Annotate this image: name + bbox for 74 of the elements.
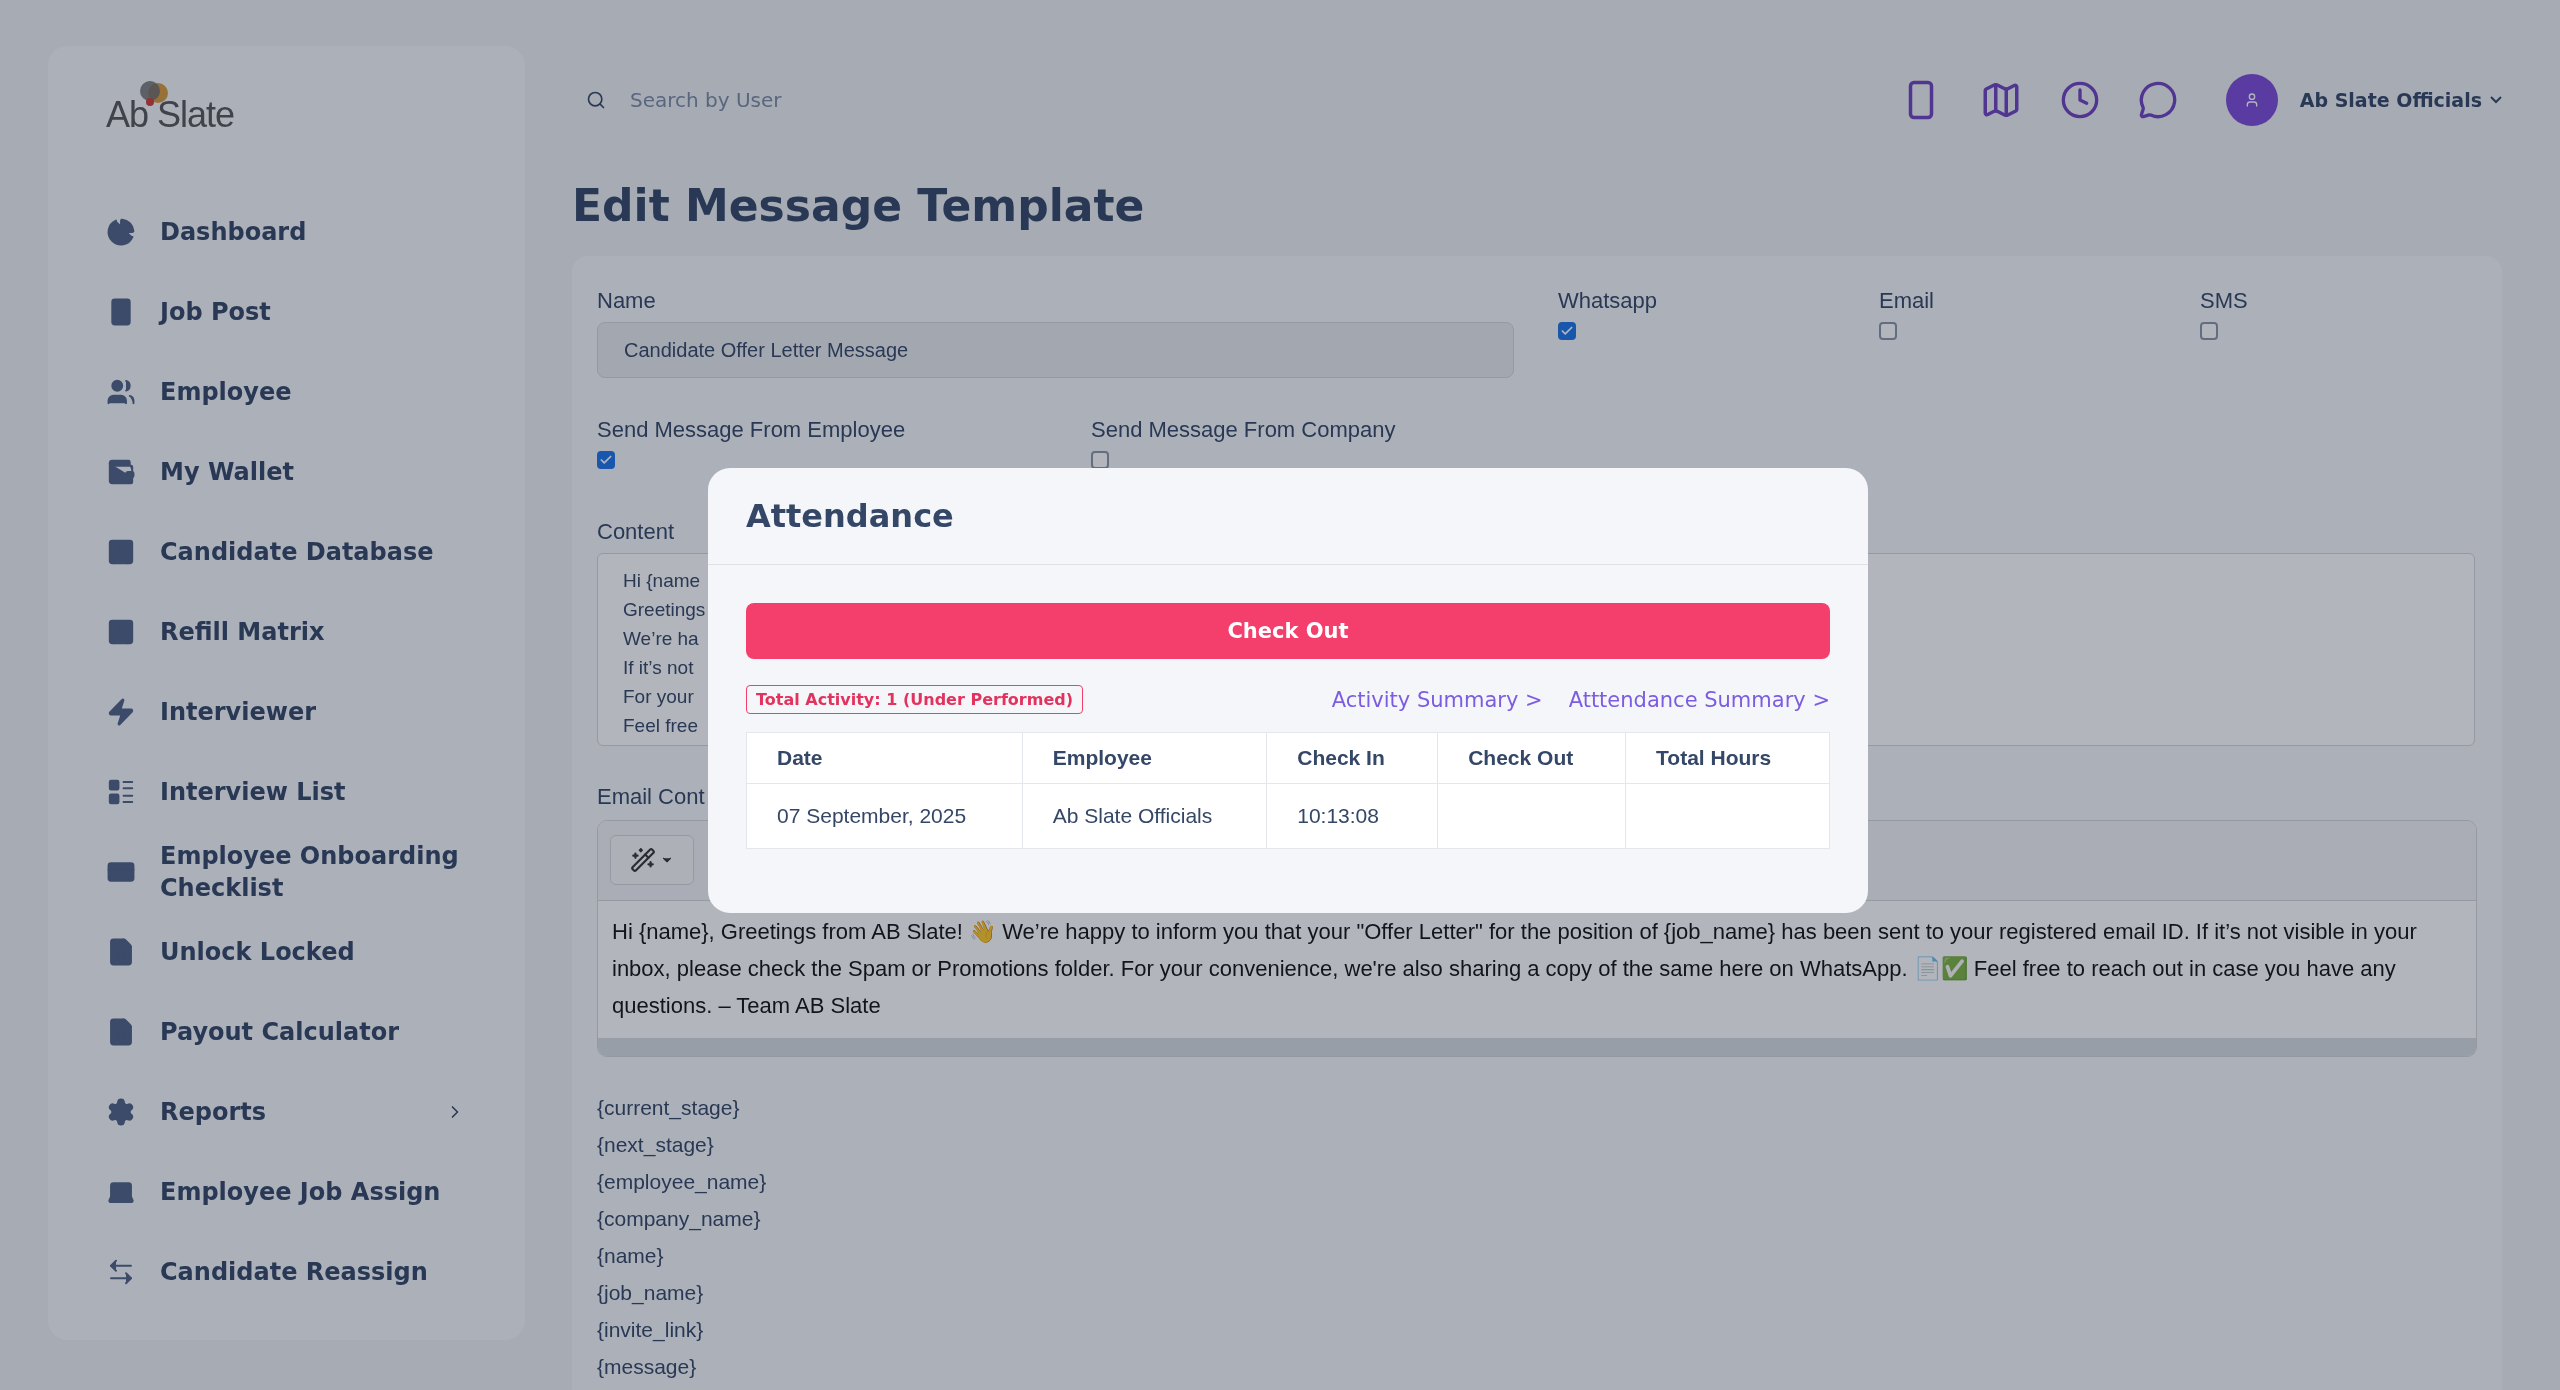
column-header: Date: [746, 732, 1023, 784]
chevron-down-icon: [2490, 96, 2502, 104]
template-variable: {message}: [597, 1354, 697, 1380]
field-label: Send Message From Employee: [597, 417, 906, 443]
text-line: Feel free: [623, 714, 698, 738]
gear-icon: [106, 1097, 136, 1127]
check-icon: [599, 453, 613, 467]
search-field[interactable]: Search by User: [586, 87, 1870, 113]
user-menu[interactable]: Ab Slate Officials: [2299, 89, 2502, 111]
sidebar-item[interactable]: Reports: [106, 1072, 465, 1152]
sidebar-item[interactable]: Job Post: [106, 272, 465, 352]
check-out-button[interactable]: Check Out: [746, 603, 1830, 659]
sidebar-item[interactable]: Candidate Reassign: [106, 1232, 465, 1312]
sidebar-item[interactable]: Employee Job Assign: [106, 1152, 465, 1232]
text-line: We’re ha: [623, 627, 699, 651]
name-input[interactable]: Candidate Offer Letter Message: [597, 322, 1514, 378]
table-cell: Ab Slate Officials: [1022, 783, 1267, 849]
users-icon: [106, 377, 136, 407]
logo: Ab Slate: [106, 80, 235, 136]
field-label: SMS: [2200, 288, 2248, 314]
field-label: Email Cont: [597, 784, 705, 810]
template-variable: {job_name}: [597, 1280, 704, 1307]
sidebar-item[interactable]: Interviewer: [106, 672, 465, 752]
lightning-icon: [106, 697, 136, 727]
text-line: Greetings: [623, 598, 706, 622]
field-label: Whatsapp: [1558, 288, 1658, 314]
sidebar-item[interactable]: Employee: [106, 352, 465, 432]
column-header: Employee: [1022, 732, 1267, 784]
activity-badge: Total Activity: 1 (Under Performed): [746, 685, 1083, 714]
template-variable: {invite_link}: [597, 1317, 704, 1344]
template-variable: {next_stage}: [597, 1132, 714, 1159]
search-icon: [586, 90, 606, 110]
search-input[interactable]: Search by User: [628, 87, 1032, 113]
sidebar-item[interactable]: Unlock Locked: [106, 912, 465, 992]
table-cell: 10:13:08: [1266, 783, 1438, 849]
text-line: If it’s not: [623, 656, 694, 680]
text-line: For your: [623, 685, 694, 709]
checkbox[interactable]: [597, 451, 615, 469]
sidebar-item[interactable]: Payout Calculator: [106, 992, 465, 1072]
text-line: Hi {name: [623, 569, 701, 593]
column-header: Check In: [1266, 732, 1438, 784]
sidebar-item[interactable]: Refill Matrix: [106, 592, 465, 672]
column-header: Check Out: [1437, 732, 1626, 784]
email-body-text: Hi {name}, Greetings from AB Slate! 👋 We’re happy to inform you that your "Offer Letter" for the position of {job_name} has been sent to your registered email ID. If it’s not visible in your inbox, please check the Spam or Promotions folder. For your convenience, we're also sharing a copy of the same here on WhatsApp. 📄✅ Feel free to reach out in case you have any questions. – Team AB Slate: [611, 918, 2418, 1020]
table-cell: 07 September, 2025: [746, 783, 1023, 849]
magic-wand-icon: [630, 847, 656, 873]
template-variable: {employee_name}: [597, 1169, 767, 1196]
list-icon: [106, 777, 136, 807]
field-label: Name: [597, 288, 656, 314]
check-icon: [1560, 324, 1574, 338]
magic-wand-button[interactable]: [610, 835, 694, 885]
pie-chart-icon: [106, 217, 136, 247]
column-header: Total Hours: [1625, 732, 1830, 784]
summary-link[interactable]: Activity Summary >: [1331, 687, 1543, 712]
wallet-icon: [106, 457, 136, 487]
checkbox[interactable]: [1091, 451, 1109, 469]
sidebar-item[interactable]: Employee Onboarding Checklist: [106, 832, 465, 912]
checkbox[interactable]: [1558, 322, 1576, 340]
sidebar-item[interactable]: Candidate Database: [106, 512, 465, 592]
summary-link[interactable]: Atttendance Summary >: [1568, 687, 1830, 712]
template-variable: {name}: [597, 1243, 664, 1269]
template-variable: {current_stage}: [597, 1095, 740, 1122]
sidebar-item[interactable]: My Wallet: [106, 432, 465, 512]
dialog-title: Attendance: [746, 497, 955, 535]
checkbox[interactable]: [1879, 322, 1897, 340]
sidebar-item[interactable]: Dashboard: [106, 192, 465, 272]
avatar[interactable]: [2225, 74, 2278, 126]
field-label: Send Message From Company: [1091, 417, 1396, 443]
template-variable: {company_name}: [597, 1206, 761, 1233]
field-label: Content: [597, 519, 675, 545]
sidebar-item[interactable]: Interview List: [106, 752, 465, 832]
page-title: Edit Message Template: [572, 178, 1146, 233]
field-label: Email: [1879, 288, 1934, 314]
checkbox[interactable]: [2200, 322, 2218, 340]
